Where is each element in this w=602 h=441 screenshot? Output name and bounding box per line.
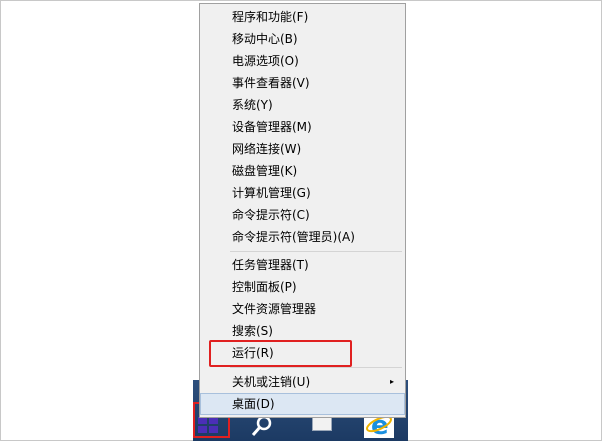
menu-item-programs-features[interactable]: 程序和功能(F)	[200, 6, 405, 28]
menu-item-file-explorer[interactable]: 文件资源管理器	[200, 298, 405, 320]
menu-item-power-options[interactable]: 电源选项(O)	[200, 50, 405, 72]
menu-separator	[230, 367, 402, 368]
menu-item-shutdown-signout[interactable]: 关机或注销(U) ▸	[200, 371, 405, 393]
menu-item-device-manager[interactable]: 设备管理器(M)	[200, 116, 405, 138]
menu-item-desktop[interactable]: 桌面(D)	[200, 393, 405, 415]
menu-item-system[interactable]: 系统(Y)	[200, 94, 405, 116]
menu-item-command-prompt[interactable]: 命令提示符(C)	[200, 204, 405, 226]
menu-item-task-manager[interactable]: 任务管理器(T)	[200, 254, 405, 276]
menu-item-event-viewer[interactable]: 事件查看器(V)	[200, 72, 405, 94]
submenu-arrow-icon: ▸	[389, 377, 394, 386]
menu-item-computer-management[interactable]: 计算机管理(G)	[200, 182, 405, 204]
menu-item-search[interactable]: 搜索(S)	[200, 320, 405, 342]
menu-item-command-prompt-admin[interactable]: 命令提示符(管理员)(A)	[200, 226, 405, 248]
menu-item-disk-management[interactable]: 磁盘管理(K)	[200, 160, 405, 182]
menu-item-control-panel[interactable]: 控制面板(P)	[200, 276, 405, 298]
menu-item-network-connections[interactable]: 网络连接(W)	[200, 138, 405, 160]
run-item-highlight-box	[209, 340, 352, 367]
menu-separator	[230, 251, 402, 252]
menu-item-mobility-center[interactable]: 移动中心(B)	[200, 28, 405, 50]
